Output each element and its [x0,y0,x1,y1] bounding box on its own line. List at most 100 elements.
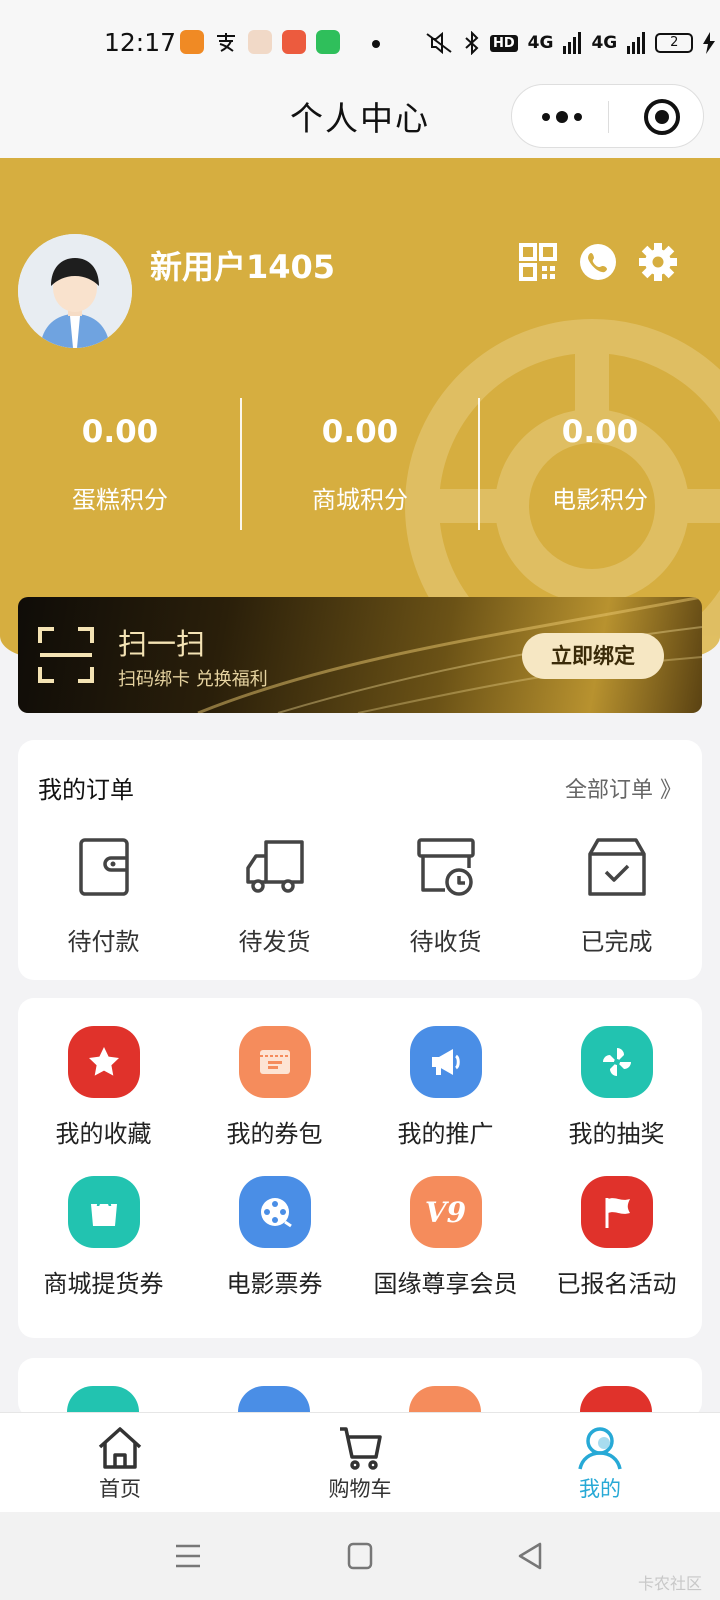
points-movie[interactable]: 0.00 电影积分 [480,398,720,515]
points-label: 蛋糕积分 [72,486,168,514]
service-label: 我的抽奖 [568,1120,665,1148]
battery-icon: 2 [655,33,694,53]
system-navigation: 卡农社区 [0,1512,720,1600]
all-orders-link[interactable]: 全部订单 》 [565,772,682,804]
phone-icon[interactable] [578,242,618,282]
service-vip-membership[interactable]: V9 国缘尊享会员 [360,1176,531,1326]
service-registered-events[interactable]: 已报名活动 [531,1176,702,1326]
target-icon[interactable] [642,97,682,137]
qrcode-icon[interactable] [518,242,558,282]
shopping-bag-icon [67,1176,140,1248]
charging-icon [703,32,716,54]
username: 新用户1405 [150,248,336,286]
signal-icon [627,32,646,54]
cart-icon [340,1427,382,1470]
service-movie-tickets[interactable]: 电影票券 [189,1176,360,1326]
points-label: 商城积分 [312,486,408,514]
service-lottery[interactable]: 我的抽奖 [531,1026,702,1176]
back-icon[interactable] [510,1538,550,1574]
box-check-icon [587,838,646,896]
alipay-icon [214,30,238,54]
order-label: 待发货 [238,928,311,956]
service-label: 电影票券 [226,1270,323,1298]
scan-subtitle: 扫码绑卡 兑换福利 [118,669,268,690]
mini-program-capsule [511,84,704,148]
app-icon [282,30,306,54]
home-square-icon[interactable] [340,1538,380,1574]
capsule-divider [608,101,609,133]
services-card: 我的收藏 我的券包 我的推广 我的抽奖 商城提货券 电影票券 V9 国缘尊享会员… [18,998,702,1338]
tab-label: 我的 [579,1477,621,1501]
tab-label: 购物车 [328,1477,392,1501]
scan-title: 扫一扫 [118,627,206,661]
service-label: 我的券包 [226,1120,323,1148]
title-bar: 个人中心 [0,72,720,158]
v9-icon: V9 [409,1176,482,1248]
hd-badge: HD [490,34,518,52]
flag-icon [580,1176,653,1248]
service-coupons[interactable]: 我的券包 [189,1026,360,1176]
status-time: 12:17 [104,28,177,57]
orders-title: 我的订单 [38,776,134,804]
more-dots-icon[interactable] [534,107,590,127]
order-pending-receipt[interactable]: 待收货 [360,834,531,964]
profile-header: 新用户1405 0.00 蛋糕积分 0.00 商城积分 0.00 电影积分 [0,158,720,658]
service-label: 已报名活动 [556,1270,677,1298]
app-icon [248,30,272,54]
signal-icon [563,32,582,54]
more-services-card [18,1358,702,1418]
tab-label: 首页 [99,1477,141,1501]
pinwheel-icon [580,1026,653,1098]
megaphone-icon [409,1026,482,1098]
points-summary: 0.00 蛋糕积分 0.00 商城积分 0.00 电影积分 [0,398,720,530]
points-value: 0.00 [321,414,399,450]
truck-icon [245,840,304,893]
network-label: 4G [591,33,618,53]
order-pending-shipment[interactable]: 待发货 [189,834,360,964]
notification-dot [372,40,380,48]
bluetooth-icon [465,31,479,55]
tab-home[interactable]: 首页 [60,1425,180,1503]
v9-text: V9 [424,1196,467,1229]
wallet-icon [78,838,129,896]
menu-icon[interactable] [168,1538,208,1574]
order-label: 已完成 [580,928,653,956]
scan-banner[interactable]: 扫一扫 扫码绑卡 兑换福利 立即绑定 [18,597,702,713]
box-clock-icon [416,838,475,896]
settings-icon[interactable] [638,242,678,282]
order-completed[interactable]: 已完成 [531,834,702,964]
points-label: 电影积分 [552,486,648,514]
points-value: 0.00 [81,414,159,450]
network-label: 4G [527,33,554,53]
tab-cart[interactable]: 购物车 [300,1425,420,1503]
orders-card: 我的订单 全部订单 》 待付款 待发货 待收货 已完成 [18,740,702,980]
message-icon [316,30,340,54]
app-notification-icon [180,30,204,54]
service-label: 国缘尊享会员 [373,1270,518,1298]
order-pending-payment[interactable]: 待付款 [18,834,189,964]
points-cake[interactable]: 0.00 蛋糕积分 [0,398,240,515]
bind-now-button[interactable]: 立即绑定 [522,633,664,679]
order-label: 待收货 [409,928,482,956]
points-value: 0.00 [561,414,639,450]
silent-icon [426,32,452,54]
status-indicators: HD 4G 4G 2 [424,28,716,58]
service-label: 商城提货券 [43,1270,164,1298]
home-icon [98,1427,142,1469]
tab-bar: 首页 购物车 我的 [0,1412,720,1512]
order-label: 待付款 [67,928,140,956]
star-icon [67,1026,140,1098]
service-favorites[interactable]: 我的收藏 [18,1026,189,1176]
coupon-icon [238,1026,311,1098]
watermark-text: 卡农社区 [637,1574,702,1593]
tab-profile[interactable]: 我的 [540,1425,660,1503]
scan-icon [38,627,94,683]
service-mall-voucher[interactable]: 商城提货券 [18,1176,189,1326]
avatar[interactable] [18,234,132,348]
service-label: 我的收藏 [55,1120,152,1148]
service-promotion[interactable]: 我的推广 [360,1026,531,1176]
film-reel-icon [238,1176,311,1248]
service-label: 我的推广 [397,1120,494,1148]
profile-icon [578,1427,622,1470]
points-mall[interactable]: 0.00 商城积分 [240,398,480,515]
